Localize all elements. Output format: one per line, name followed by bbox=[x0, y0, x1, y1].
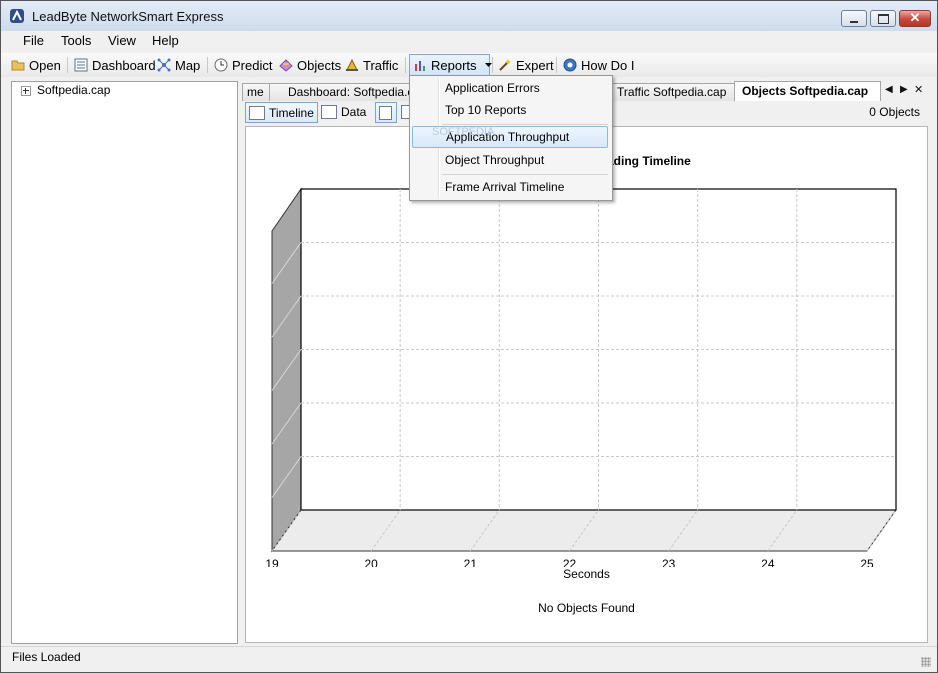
status-text: Files Loaded bbox=[12, 650, 81, 664]
timeline-icon bbox=[249, 105, 265, 120]
network-map-icon bbox=[157, 58, 171, 72]
dashboard-label: Dashboard bbox=[92, 57, 156, 73]
menu-item-object-throughput[interactable]: Object Throughput bbox=[412, 149, 608, 171]
grid-icon bbox=[321, 104, 337, 119]
x-tick-label: 25 bbox=[860, 557, 874, 567]
how-do-i-label: How Do I bbox=[581, 57, 635, 73]
data-label: Data bbox=[341, 104, 367, 119]
expert-button[interactable]: Expert bbox=[498, 56, 554, 74]
toolbar-separator bbox=[492, 57, 493, 73]
expert-label: Expert bbox=[516, 57, 554, 73]
x-axis-label: Seconds bbox=[563, 567, 610, 581]
bar-chart-small-icon bbox=[379, 105, 392, 120]
menu-separator bbox=[442, 174, 608, 175]
menu-bar: File Tools View Help bbox=[1, 31, 937, 52]
menu-item-top-10-reports[interactable]: Top 10 Reports bbox=[412, 99, 608, 121]
dropdown-arrow-icon bbox=[484, 63, 492, 67]
x-tick-label: 20 bbox=[364, 557, 378, 567]
toolbar-separator bbox=[67, 57, 68, 73]
menu-item-application-errors[interactable]: Application Errors bbox=[412, 77, 608, 99]
toolbar-separator bbox=[405, 57, 406, 73]
folder-icon bbox=[11, 60, 25, 71]
dashboard-button[interactable]: Dashboard bbox=[74, 56, 156, 74]
objects-count: 0 Objects bbox=[869, 105, 920, 119]
status-bar: Files Loaded bbox=[1, 646, 937, 672]
how-do-i-button[interactable]: How Do I bbox=[563, 56, 634, 74]
menu-item-frame-arrival-timeline[interactable]: Frame Arrival Timeline bbox=[412, 176, 608, 198]
objects-label: Objects bbox=[297, 57, 342, 73]
title-bar[interactable]: LeadByte NetworkSmart Express ✕ bbox=[1, 1, 937, 31]
traffic-label: Traffic bbox=[363, 57, 399, 73]
toolbar: Open Dashboard Map Predict Objects Traff… bbox=[1, 53, 937, 78]
traffic-button[interactable]: Traffic bbox=[345, 56, 398, 74]
magic-wand-icon bbox=[499, 59, 511, 71]
tab-close-icon[interactable]: ✕ bbox=[914, 83, 923, 96]
help-icon bbox=[563, 58, 577, 72]
x-tick-label: 21 bbox=[464, 557, 478, 567]
reports-label: Reports bbox=[431, 57, 477, 73]
close-button[interactable]: ✕ bbox=[899, 10, 931, 27]
menu-tools[interactable]: Tools bbox=[61, 33, 91, 48]
objects-icon bbox=[279, 59, 293, 72]
tab-objects[interactable]: Objects Softpedia.cap bbox=[734, 81, 881, 101]
resize-grip-icon[interactable] bbox=[921, 657, 931, 667]
file-tree-pane[interactable]: Softpedia.cap bbox=[11, 81, 238, 644]
expand-icon[interactable] bbox=[21, 86, 31, 96]
toolbar-separator bbox=[207, 57, 208, 73]
tab-traffic[interactable]: Traffic Softpedia.cap bbox=[604, 83, 742, 101]
empty-chart-message: No Objects Found bbox=[538, 601, 635, 615]
x-tick-label: 24 bbox=[761, 557, 775, 567]
x-tick-label: 23 bbox=[662, 557, 676, 567]
x-tick-label: 22 bbox=[563, 557, 577, 567]
tree-item-softpedia[interactable]: Softpedia.cap bbox=[37, 83, 110, 97]
clock-icon bbox=[214, 58, 228, 72]
timeline-view-button[interactable]: Timeline bbox=[245, 102, 318, 123]
tab-next-icon[interactable]: ▶ bbox=[900, 84, 908, 95]
chart-option-button[interactable] bbox=[375, 102, 397, 123]
bar-chart-icon bbox=[415, 61, 425, 71]
reports-dropdown-menu: Application Errors Top 10 Reports Applic… bbox=[409, 75, 613, 201]
menu-file[interactable]: File bbox=[23, 33, 44, 48]
maximize-button[interactable] bbox=[870, 10, 896, 27]
map-button[interactable]: Map bbox=[157, 56, 200, 74]
watermark: SOFTPEDIA bbox=[432, 126, 495, 138]
tab-prev-icon[interactable]: ◀ bbox=[885, 84, 893, 95]
tab-timeline[interactable]: me bbox=[242, 83, 271, 101]
predict-label: Predict bbox=[232, 57, 273, 73]
timeline-label: Timeline bbox=[269, 105, 314, 120]
minimize-icon bbox=[850, 21, 858, 23]
menu-help[interactable]: Help bbox=[152, 33, 179, 48]
reports-button-content[interactable]: Reports bbox=[413, 56, 492, 74]
objects-button[interactable]: Objects bbox=[279, 56, 341, 74]
timeline-chart: ading Timeline 19 20 21 22 23 24 25 Seconds No… bbox=[245, 126, 928, 643]
toolbar-separator bbox=[556, 57, 557, 73]
x-tick-label: 19 bbox=[265, 557, 279, 567]
open-button[interactable]: Open bbox=[11, 56, 61, 74]
open-label: Open bbox=[29, 57, 61, 73]
predict-button[interactable]: Predict bbox=[214, 56, 272, 74]
minimize-button[interactable] bbox=[841, 10, 867, 27]
menu-separator bbox=[442, 124, 608, 125]
app-logo-icon bbox=[10, 9, 24, 23]
window-title: LeadByte NetworkSmart Express bbox=[32, 9, 224, 24]
maximize-icon bbox=[878, 14, 889, 24]
menu-view[interactable]: View bbox=[108, 33, 136, 48]
dashboard-icon bbox=[74, 58, 88, 72]
map-label: Map bbox=[175, 57, 201, 73]
data-view-button[interactable]: Data bbox=[318, 102, 369, 121]
traffic-icon bbox=[346, 58, 358, 71]
close-icon: ✕ bbox=[909, 10, 921, 25]
